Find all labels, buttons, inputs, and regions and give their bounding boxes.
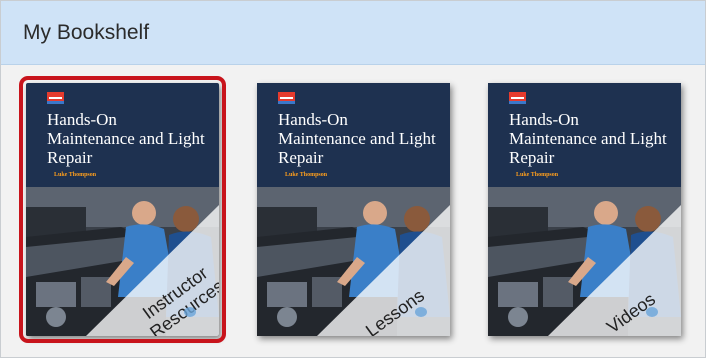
bookshelf-header: My Bookshelf: [1, 1, 705, 65]
site-logo-icon: [646, 307, 658, 317]
book-author: Luke Thompson: [516, 172, 559, 178]
book-card-videos[interactable]: Hands-On Maintenance and Light Repair Lu…: [488, 83, 681, 336]
book-author: Luke Thompson: [285, 172, 328, 178]
publisher-logo-icon: [278, 92, 295, 104]
book-title: Hands-On Maintenance and Light Repair: [278, 110, 436, 167]
book-title: Hands-On Maintenance and Light Repair: [47, 110, 205, 167]
publisher-logo-icon: [509, 92, 526, 104]
site-logo-icon: [184, 307, 196, 317]
book-author: Luke Thompson: [54, 172, 97, 178]
page-title: My Bookshelf: [23, 21, 150, 44]
book-title: Hands-On Maintenance and Light Repair: [509, 110, 667, 167]
publisher-logo-icon: [47, 92, 64, 104]
book-card-lessons[interactable]: Hands-On Maintenance and Light Repair Lu…: [257, 83, 450, 336]
site-logo-icon: [415, 307, 427, 317]
bookshelf-panel: My Bookshelf Hands-On Maintenance and Li…: [0, 0, 706, 358]
book-card-instructor-resources[interactable]: Hands-On Maintenance and Light Repair Lu…: [19, 76, 226, 343]
